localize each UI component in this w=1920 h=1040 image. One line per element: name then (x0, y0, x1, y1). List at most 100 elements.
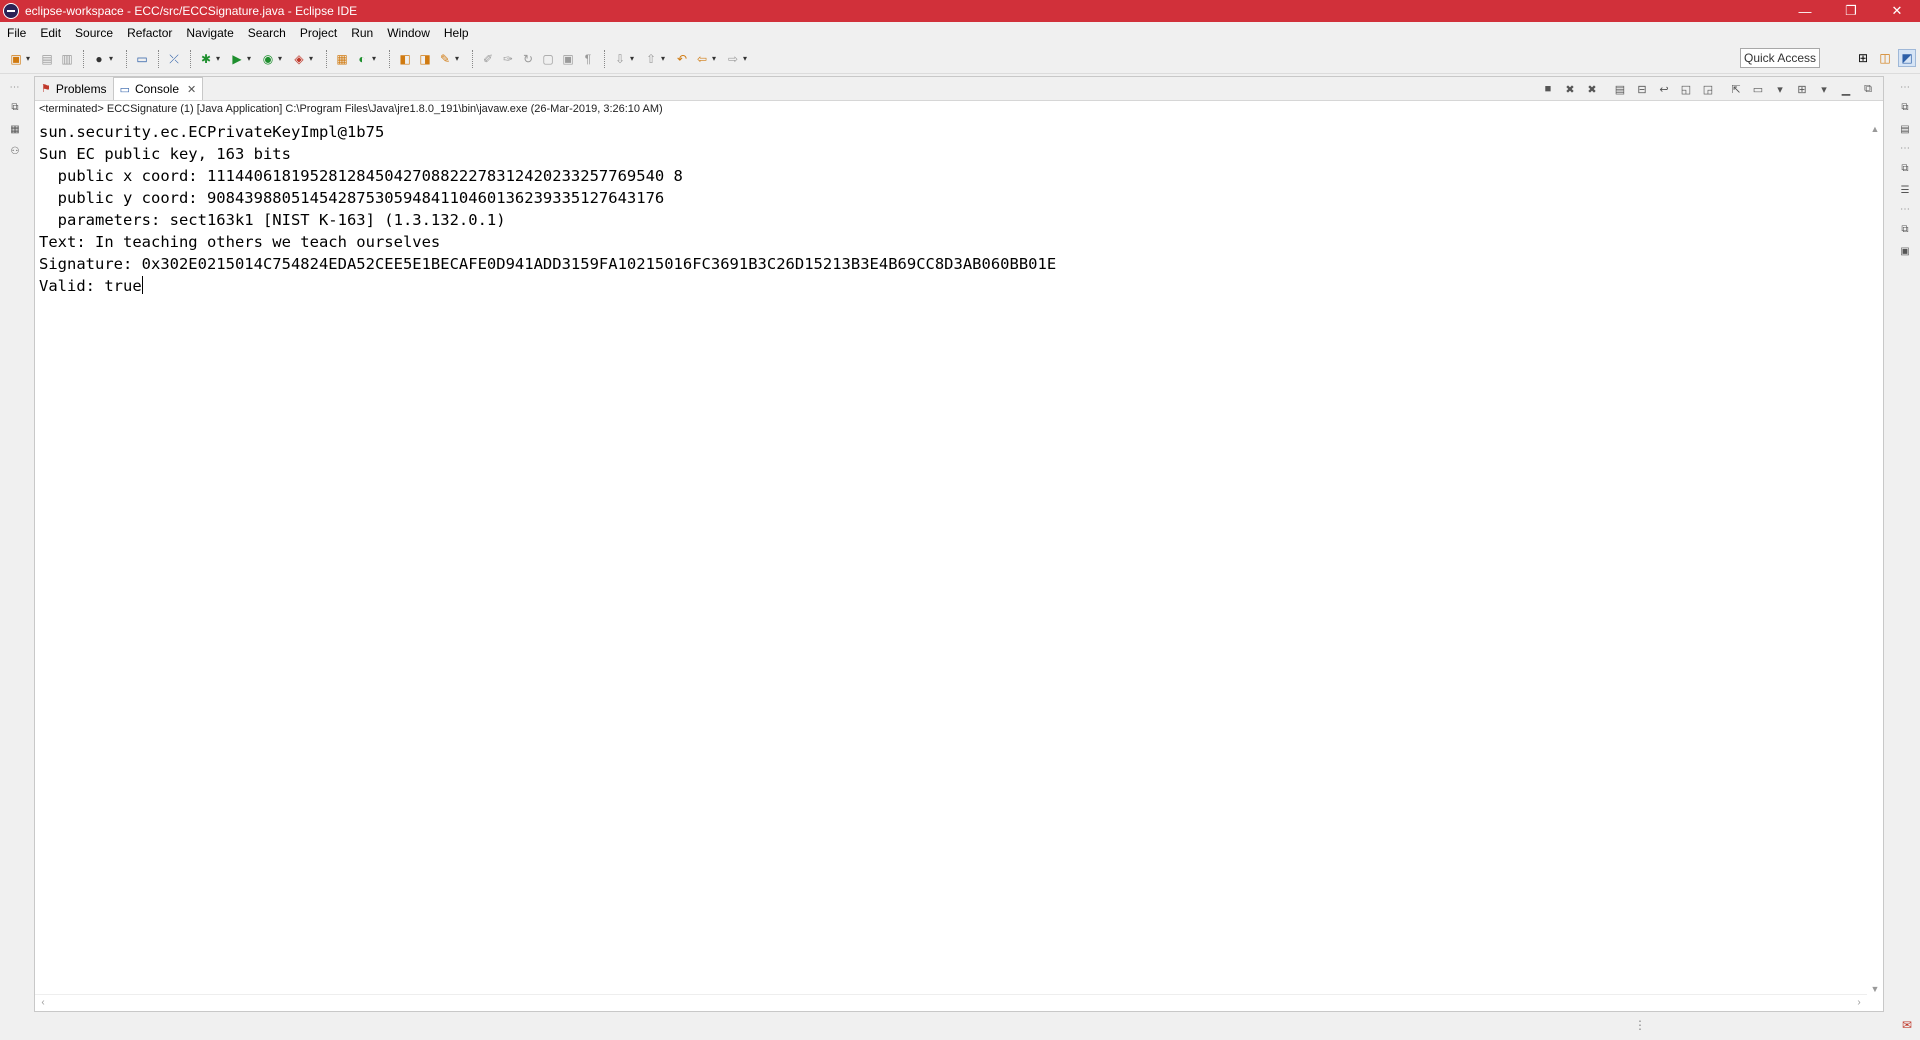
restore-icon[interactable]: ⧉ (1897, 99, 1913, 115)
new-class-dropdown-icon[interactable]: ▾ (372, 54, 380, 63)
skip-breakpoints-icon[interactable]: ⤫ (165, 50, 183, 68)
debug-dropdown-icon[interactable]: ▾ (216, 54, 224, 63)
new-dropdown-icon[interactable]: ▾ (26, 54, 34, 63)
terminal-icon[interactable]: ▭ (133, 50, 151, 68)
remove-launch-icon[interactable]: ✖ (1561, 80, 1579, 98)
close-icon[interactable]: ✕ (187, 83, 196, 96)
pin-console-icon[interactable]: ⇱ (1727, 80, 1745, 98)
save-icon[interactable]: ▤ (38, 50, 56, 68)
trim-handle[interactable]: ⋯ (1900, 204, 1910, 215)
back-dropdown-icon[interactable]: ▾ (712, 54, 720, 63)
close-button[interactable]: ✕ (1874, 0, 1920, 22)
remove-all-terminated-icon[interactable]: ✖ (1583, 80, 1601, 98)
new-icon[interactable]: ▣ (7, 50, 25, 68)
window-controls: — ❐ ✕ (1782, 0, 1920, 22)
tab-problems[interactable]: ⚑ Problems (35, 77, 113, 100)
run-icon[interactable]: ▶ (228, 50, 246, 68)
word-wrap-icon[interactable]: ▢ (539, 50, 557, 68)
toggle-breadcrumb-icon[interactable]: ✑ (499, 50, 517, 68)
display-console-dropdown-icon[interactable]: ▾ (1771, 80, 1789, 98)
notifications-icon[interactable]: ✉ (1902, 1018, 1912, 1032)
open-type-icon[interactable]: ◧ (396, 50, 414, 68)
open-console-dropdown-icon[interactable]: ▾ (1815, 80, 1833, 98)
package-explorer-icon[interactable]: ▦ (7, 121, 23, 137)
menu-refactor[interactable]: Refactor (120, 22, 179, 44)
word-wrap-icon[interactable]: ↩ (1655, 80, 1673, 98)
pilcrow-icon[interactable]: ¶ (579, 50, 597, 68)
menu-edit[interactable]: Edit (33, 22, 68, 44)
next-annotation-dropdown-icon[interactable]: ▾ (630, 54, 638, 63)
toolbar-separator (472, 49, 474, 68)
restore-button[interactable]: ❐ (1828, 0, 1874, 22)
menu-window[interactable]: Window (380, 22, 437, 44)
trim-handle[interactable]: ⋯ (10, 82, 21, 93)
toggle-block-selection-icon[interactable]: ↻ (519, 50, 537, 68)
hierarchy-icon[interactable]: ⚇ (7, 143, 23, 159)
minimize-icon[interactable]: ▁ (1837, 80, 1855, 98)
menu-navigate[interactable]: Navigate (179, 22, 240, 44)
scroll-down-icon[interactable]: ▼ (1867, 981, 1883, 997)
task-list-icon[interactable]: ▣ (1897, 243, 1913, 259)
external-tools-icon[interactable]: ◈ (290, 50, 308, 68)
new-class-icon[interactable]: ◐ (353, 50, 371, 68)
editor-icon[interactable]: ▤ (1897, 121, 1913, 137)
console-line: parameters: sect163k1 [NIST K-163] (1.3.… (39, 211, 506, 229)
publish-dropdown-icon[interactable]: ▾ (109, 54, 117, 63)
trim-handle[interactable]: ⋯ (1900, 143, 1910, 154)
console-line: public y coord: 908439880514542875305948… (39, 189, 665, 207)
horizontal-scrollbar[interactable]: ‹ › (35, 994, 1867, 1011)
display-console-icon[interactable]: ▭ (1749, 80, 1767, 98)
publish-icon[interactable]: ● (90, 50, 108, 68)
save-all-icon[interactable]: ▥ (58, 50, 76, 68)
search-icon[interactable]: ✎ (436, 50, 454, 68)
search-dropdown-icon[interactable]: ▾ (455, 54, 463, 63)
tab-console[interactable]: ▭ Console ✕ (112, 77, 204, 100)
run-dropdown-icon[interactable]: ▾ (247, 54, 255, 63)
outline-icon[interactable]: ☰ (1897, 182, 1913, 198)
external-tools-dropdown-icon[interactable]: ▾ (309, 54, 317, 63)
scroll-up-icon[interactable]: ▲ (1867, 121, 1883, 137)
view-tab-bar: ⚑ Problems ▭ Console ✕ ■ ✖ ✖ ▤ ⊟ ↩ ◱ ◲ ⇱… (35, 77, 1883, 101)
new-java-project-icon[interactable]: ▦ (333, 50, 351, 68)
restore-icon[interactable]: ⧉ (1897, 160, 1913, 176)
menu-search[interactable]: Search (241, 22, 293, 44)
menu-file[interactable]: File (0, 22, 33, 44)
coverage-icon[interactable]: ◉ (259, 50, 277, 68)
trim-handle[interactable]: ⋯ (1900, 82, 1910, 93)
console-line-last: Valid: true (39, 275, 1859, 297)
scroll-lock-icon[interactable]: ⊟ (1633, 80, 1651, 98)
show-whitespace-icon[interactable]: ▣ (559, 50, 577, 68)
menu-project[interactable]: Project (293, 22, 344, 44)
open-console-icon[interactable]: ⊞ (1793, 80, 1811, 98)
clear-console-icon[interactable]: ▤ (1611, 80, 1629, 98)
last-edit-location-icon[interactable]: ↶ (673, 50, 691, 68)
java-ee-perspective-icon[interactable]: ◫ (1876, 49, 1894, 67)
next-annotation-icon[interactable]: ⇩ (611, 50, 629, 68)
open-task-icon[interactable]: ◨ (416, 50, 434, 68)
console-output[interactable]: sun.security.ec.ECPrivateKeyImpl@1b75 Su… (39, 121, 1859, 991)
menu-run[interactable]: Run (344, 22, 380, 44)
forward-icon[interactable]: ⇨ (724, 50, 742, 68)
show-on-stdout-icon[interactable]: ◱ (1677, 80, 1695, 98)
forward-dropdown-icon[interactable]: ▾ (743, 54, 751, 63)
scroll-left-icon[interactable]: ‹ (35, 995, 51, 1011)
java-perspective-icon[interactable]: ◩ (1898, 49, 1916, 67)
restore-icon[interactable]: ⧉ (7, 99, 23, 115)
scroll-right-icon[interactable]: › (1851, 995, 1867, 1011)
coverage-dropdown-icon[interactable]: ▾ (278, 54, 286, 63)
quick-access-input[interactable]: Quick Access (1740, 48, 1820, 68)
vertical-scrollbar[interactable]: ▲ ▼ (1867, 121, 1883, 997)
restore-icon[interactable]: ⧉ (1897, 221, 1913, 237)
toggle-mark-occurrences-icon[interactable]: ✐ (479, 50, 497, 68)
debug-icon[interactable]: ✱ (197, 50, 215, 68)
terminate-icon[interactable]: ■ (1539, 80, 1557, 98)
minimize-button[interactable]: — (1782, 0, 1828, 22)
menu-source[interactable]: Source (68, 22, 120, 44)
previous-annotation-icon[interactable]: ⇧ (642, 50, 660, 68)
maximize-icon[interactable]: ⧉ (1859, 80, 1877, 98)
previous-annotation-dropdown-icon[interactable]: ▾ (661, 54, 669, 63)
show-on-stderr-icon[interactable]: ◲ (1699, 80, 1717, 98)
menu-help[interactable]: Help (437, 22, 476, 44)
back-icon[interactable]: ⇦ (693, 50, 711, 68)
open-perspective-icon[interactable]: ⊞ (1854, 49, 1872, 67)
